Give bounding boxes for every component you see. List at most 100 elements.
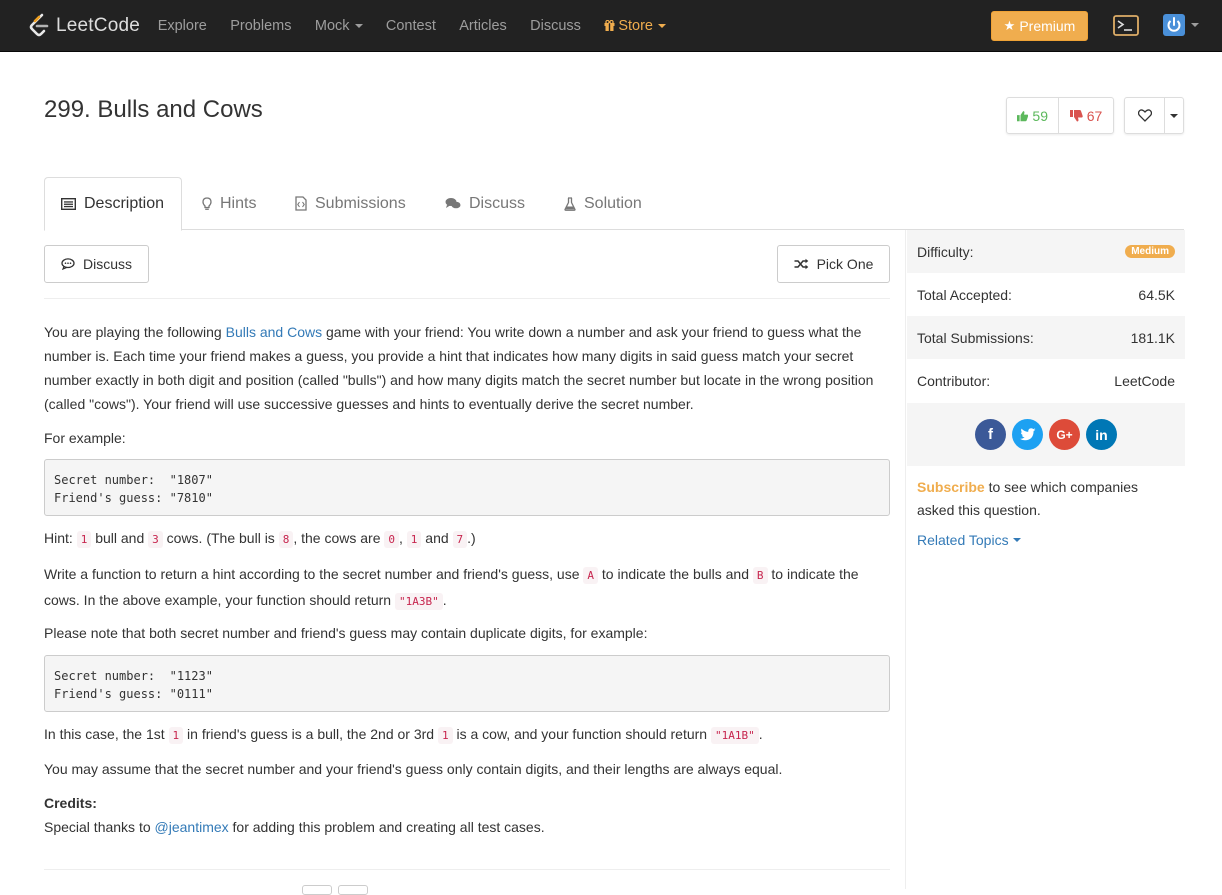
like-count: 59 xyxy=(1032,107,1048,124)
inline-code: 7 xyxy=(452,531,468,548)
google-plus-icon[interactable]: G+ xyxy=(1049,419,1080,450)
thanks-text: Special thanks to xyxy=(44,819,155,835)
favorite-dropdown-button[interactable] xyxy=(1165,98,1183,133)
nav-mock-label: Mock xyxy=(314,18,350,34)
caret-down-icon xyxy=(1170,113,1178,118)
subscribe-text: Subscribe to see which companies asked t… xyxy=(917,476,1177,522)
nav-explore[interactable]: Explore xyxy=(146,18,219,34)
comments-icon xyxy=(445,198,461,209)
accepted-label: Total Accepted: xyxy=(917,286,1012,303)
accepted-row: Total Accepted: 64.5K xyxy=(907,273,1185,316)
description-intro: You are playing the following Bulls and … xyxy=(44,320,890,416)
inline-code: "1A1B" xyxy=(710,727,759,744)
nav-menu: Explore Problems Mock Contest Articles D… xyxy=(146,0,678,52)
inline-code: 1 xyxy=(168,727,184,744)
inline-code: 1 xyxy=(437,727,453,744)
facebook-icon[interactable]: f xyxy=(975,419,1006,450)
hint-text: , the cows are xyxy=(293,530,385,546)
logo-text: LeetCode xyxy=(56,15,141,36)
hint-text: bull and xyxy=(91,530,149,546)
inline-code: 8 xyxy=(278,531,294,548)
difficulty-label: Difficulty: xyxy=(917,243,974,260)
favorite-button[interactable] xyxy=(1125,98,1165,133)
accepted-value: 64.5K xyxy=(1138,286,1175,303)
tab-discuss-label: Discuss xyxy=(469,194,526,212)
problem-tabs: Description Hints Submissions Discuss So… xyxy=(44,177,1184,231)
nav-contest[interactable]: Contest xyxy=(374,18,447,34)
example-1-code: Secret number: "1807" Friend's guess: "7… xyxy=(44,459,890,516)
premium-button[interactable]: ★ Premium xyxy=(991,11,1088,41)
case-text: in friend's guess is a bull, the 2nd or … xyxy=(183,726,438,742)
bulls-and-cows-link[interactable]: Bulls and Cows xyxy=(226,324,323,340)
caret-down-icon xyxy=(1012,538,1021,542)
discuss-button[interactable]: Discuss xyxy=(44,245,149,283)
hint-text: .) xyxy=(467,530,476,546)
tab-solution-label: Solution xyxy=(584,194,642,212)
jeantimex-link[interactable]: @jeantimex xyxy=(155,819,229,835)
difficulty-row: Difficulty: Medium xyxy=(907,230,1185,273)
inline-code: 1 xyxy=(406,531,422,548)
twitter-icon[interactable] xyxy=(1012,419,1043,450)
hint-text: , xyxy=(399,530,407,546)
case-text: is a cow, and your function should retur… xyxy=(452,726,711,742)
nav-discuss[interactable]: Discuss xyxy=(518,18,592,34)
nav-mock[interactable]: Mock xyxy=(303,18,374,34)
console-icon[interactable] xyxy=(1113,15,1139,36)
contributor-row: Contributor: LeetCode xyxy=(907,359,1185,402)
pick-one-label: Pick One xyxy=(816,256,874,272)
thumbs-down-icon xyxy=(1069,109,1083,121)
tab-hints[interactable]: Hints xyxy=(202,177,256,230)
contributor-label: Contributor: xyxy=(917,372,991,389)
write-text: Write a function to return a hint accord… xyxy=(44,566,584,582)
linkedin-icon[interactable]: in xyxy=(1086,419,1117,450)
thumbs-up-icon xyxy=(1017,110,1029,121)
gift-icon xyxy=(604,19,615,31)
case-paragraph: In this case, the 1st 1 in friend's gues… xyxy=(44,724,890,746)
like-button[interactable]: 59 xyxy=(1007,98,1059,133)
flask-icon xyxy=(564,196,576,211)
inline-code: 3 xyxy=(148,531,163,548)
user-menu[interactable] xyxy=(1163,14,1199,36)
related-topics-toggle[interactable]: Related Topics xyxy=(917,532,1021,548)
dislike-button[interactable]: 67 xyxy=(1059,98,1113,133)
shuffle-icon xyxy=(794,258,808,270)
code-file-icon xyxy=(295,196,307,211)
example-2-code: Secret number: "1123" Friend's guess: "0… xyxy=(44,655,890,712)
nav-store[interactable]: Store xyxy=(593,18,678,34)
star-icon: ★ xyxy=(1003,18,1016,33)
favorite-group xyxy=(1124,97,1184,134)
divider xyxy=(44,298,890,299)
subscribe-link[interactable]: Subscribe xyxy=(917,479,985,495)
tab-description[interactable]: Description xyxy=(44,177,182,231)
twitter-bird-icon xyxy=(1019,428,1035,441)
partial-button[interactable] xyxy=(338,885,368,895)
caret-down-icon xyxy=(657,24,666,29)
related-topics-label: Related Topics xyxy=(917,532,1009,548)
nav-articles[interactable]: Articles xyxy=(448,18,519,34)
lightbulb-icon xyxy=(202,196,212,210)
hint-text: Hint: xyxy=(44,530,77,546)
power-icon xyxy=(1163,14,1185,36)
inline-code: 1 xyxy=(76,531,92,548)
tab-discuss[interactable]: Discuss xyxy=(445,177,525,230)
thanks-paragraph: Special thanks to @jeantimex for adding … xyxy=(44,817,890,837)
tab-submissions-label: Submissions xyxy=(315,194,406,212)
leetcode-logo[interactable]: LeetCode xyxy=(28,12,140,40)
nav-problems[interactable]: Problems xyxy=(219,18,304,34)
inline-code: "1A3B" xyxy=(394,593,443,610)
tab-solution[interactable]: Solution xyxy=(564,177,642,230)
comment-icon xyxy=(61,258,75,270)
inline-code: B xyxy=(752,567,768,584)
tab-submissions[interactable]: Submissions xyxy=(295,177,406,230)
nav-store-label: Store xyxy=(618,18,653,34)
assume-paragraph: You may assume that the secret number an… xyxy=(44,761,783,777)
list-icon xyxy=(61,198,76,210)
dislike-count: 67 xyxy=(1086,107,1103,124)
premium-label: Premium xyxy=(1019,18,1076,34)
caret-down-icon xyxy=(354,24,363,29)
write-text: to indicate the bulls and xyxy=(598,566,753,582)
pick-one-button[interactable]: Pick One xyxy=(777,245,890,283)
partial-button[interactable] xyxy=(302,885,332,895)
social-share-bar: f G+ in xyxy=(907,403,1185,466)
submissions-row: Total Submissions: 181.1K xyxy=(907,316,1185,359)
